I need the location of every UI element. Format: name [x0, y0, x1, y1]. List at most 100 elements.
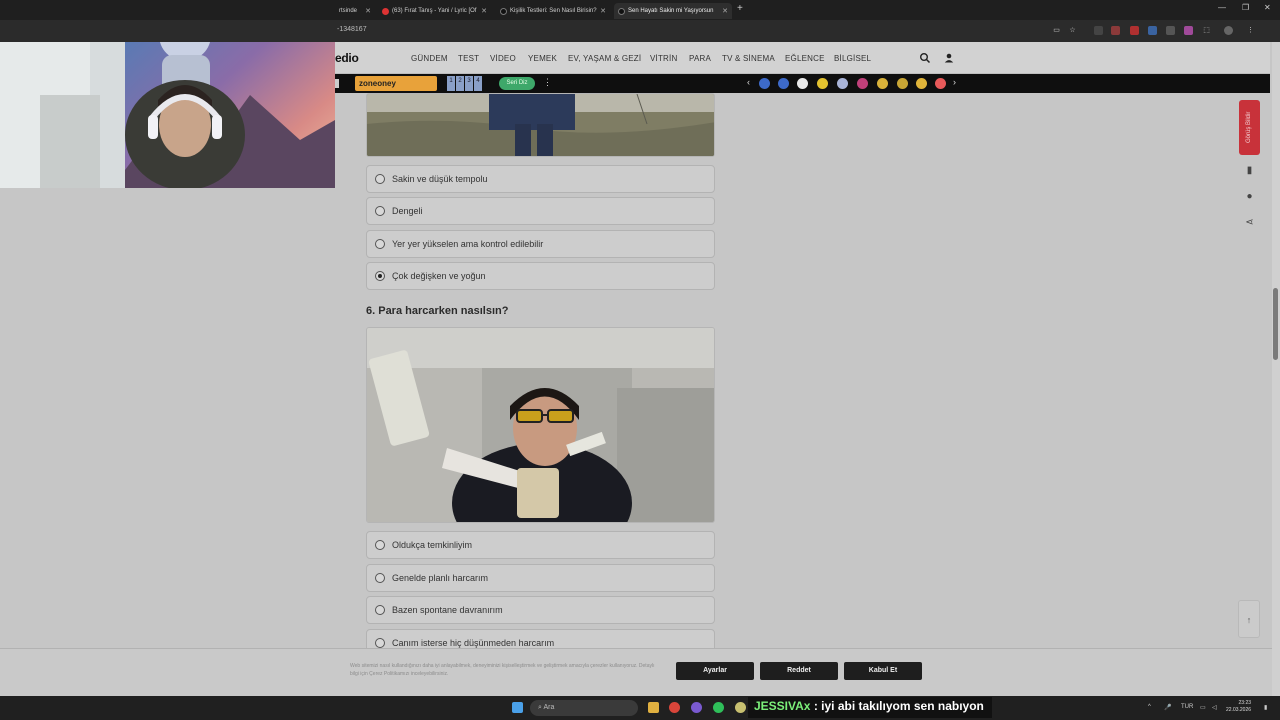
- q5-option-1[interactable]: Sakin ve düşük tempolu: [366, 165, 715, 193]
- close-icon[interactable]: ✕: [481, 7, 487, 15]
- close-icon[interactable]: ✕: [365, 7, 371, 15]
- reaction-icon[interactable]: [897, 78, 908, 89]
- reaction-icon[interactable]: [916, 78, 927, 89]
- cookie-settings-button[interactable]: Ayarlar: [676, 662, 754, 680]
- nav-item-para[interactable]: PARA: [689, 54, 711, 63]
- nav-item-tv-sinema[interactable]: TV & SİNEMA: [722, 54, 775, 63]
- share-icon[interactable]: ⋖: [1244, 217, 1255, 228]
- scrollbar-thumb[interactable]: [1273, 288, 1278, 360]
- radio-button[interactable]: [375, 239, 385, 249]
- radio-button[interactable]: [375, 206, 385, 216]
- nav-item-video[interactable]: VİDEO: [490, 54, 516, 63]
- bookmark-icon[interactable]: ▮: [1244, 165, 1255, 176]
- reaction-icon[interactable]: [797, 78, 808, 89]
- nav-item-gundem[interactable]: GÜNDEM: [411, 54, 448, 63]
- user-icon[interactable]: [943, 52, 955, 64]
- reaction-icon[interactable]: [877, 78, 888, 89]
- chrome-icon[interactable]: [669, 702, 680, 713]
- more-icon[interactable]: ⋮: [543, 77, 552, 88]
- extension-icon[interactable]: [1130, 26, 1139, 35]
- q6-option-2[interactable]: Genelde planlı harcarım: [366, 564, 715, 592]
- scroll-to-top-button[interactable]: ↑: [1238, 600, 1260, 638]
- close-window-icon[interactable]: ✕: [1264, 3, 1271, 12]
- search-icon[interactable]: [919, 52, 931, 64]
- app-icon[interactable]: [735, 702, 746, 713]
- nav-item-yemek[interactable]: YEMEK: [528, 54, 557, 63]
- page-number[interactable]: 4: [474, 76, 482, 91]
- money-throwing-photo: [367, 328, 714, 522]
- new-tab-icon[interactable]: +: [737, 3, 743, 14]
- seri-diz-button[interactable]: Seri Diz: [499, 77, 535, 90]
- extension-icon[interactable]: [1166, 26, 1175, 35]
- cast-icon[interactable]: ▭: [1052, 26, 1061, 35]
- chevron-right-icon[interactable]: ›: [953, 77, 956, 87]
- close-icon[interactable]: ✕: [600, 7, 606, 15]
- reaction-icon[interactable]: [778, 78, 789, 89]
- extension-icon[interactable]: [1094, 26, 1103, 35]
- q5-option-3[interactable]: Yer yer yükselen ama kontrol edilebilir: [366, 230, 715, 258]
- file-explorer-icon[interactable]: [648, 702, 659, 713]
- reaction-icon[interactable]: [759, 78, 770, 89]
- tray-chevron-icon[interactable]: ^: [1148, 704, 1151, 710]
- cookie-accept-button[interactable]: Kabul Et: [844, 662, 922, 680]
- puzzle-icon[interactable]: ⬚: [1202, 26, 1211, 35]
- reaction-icon[interactable]: [817, 78, 828, 89]
- tab-3[interactable]: Sen Hayatı Sakin mi Yaşıyorsun ✕: [614, 3, 732, 19]
- promo-bar: zoneoney 1 2 3 4 Seri Diz ⋮ ‹ ›: [335, 74, 1270, 93]
- q5-option-2[interactable]: Dengeli: [366, 197, 715, 225]
- taskbar-clock[interactable]: 23:23 22.03.2026: [1226, 700, 1251, 714]
- tab-0[interactable]: rtsinde ✕: [335, 3, 375, 19]
- q5-option-4[interactable]: Çok değişken ve yoğun: [366, 262, 715, 290]
- page-scrollbar[interactable]: [1272, 42, 1280, 696]
- menu-icon[interactable]: ⋮: [1246, 26, 1255, 35]
- radio-button[interactable]: [375, 174, 385, 184]
- nav-item-eglence[interactable]: EĞLENCE: [785, 54, 825, 63]
- volume-icon[interactable]: ◁: [1212, 704, 1217, 711]
- extension-icon[interactable]: [1111, 26, 1120, 35]
- chevron-left-icon[interactable]: ‹: [747, 77, 750, 87]
- microphone-icon[interactable]: 🎤: [1164, 704, 1171, 711]
- windows-taskbar: ⌕ Ara ^ 🎤 TUR ▭ ◁ 23:23 22.03.2026 ▮: [0, 696, 1280, 720]
- radio-button[interactable]: [375, 540, 385, 550]
- q6-option-3[interactable]: Bazen spontane davranırım: [366, 596, 715, 624]
- tab-2[interactable]: Kişilik Testleri: Sen Nasıl Birisin? ✕: [496, 3, 610, 19]
- extension-icon[interactable]: [1148, 26, 1157, 35]
- reaction-icon[interactable]: [857, 78, 868, 89]
- nav-item-test[interactable]: TEST: [458, 54, 479, 63]
- nav-item-bilgisel[interactable]: BİLGİSEL: [834, 54, 871, 63]
- radio-button[interactable]: [375, 573, 385, 583]
- radio-button[interactable]: [375, 605, 385, 615]
- network-icon[interactable]: ▭: [1200, 704, 1206, 711]
- reaction-icon[interactable]: [837, 78, 848, 89]
- feedback-button[interactable]: Görüş Bildir: [1239, 100, 1260, 155]
- maximize-icon[interactable]: ❐: [1242, 3, 1249, 12]
- page-number[interactable]: 2: [456, 76, 464, 91]
- notification-icon[interactable]: ▮: [1264, 704, 1267, 711]
- nav-item-ev-yasam[interactable]: EV, YAŞAM & GEZİ: [568, 54, 641, 63]
- taskbar-search[interactable]: ⌕ Ara: [530, 700, 638, 716]
- avatar[interactable]: [1224, 26, 1233, 35]
- url-field[interactable]: -1348167: [337, 26, 367, 33]
- discord-icon[interactable]: [691, 702, 702, 713]
- star-icon[interactable]: ☆: [1068, 26, 1077, 35]
- language-indicator[interactable]: TUR: [1181, 704, 1193, 710]
- site-logo[interactable]: edio: [335, 51, 359, 65]
- cookie-reject-button[interactable]: Reddet: [760, 662, 838, 680]
- zone-banner[interactable]: zoneoney: [355, 76, 437, 91]
- comments-icon[interactable]: ●: [1244, 191, 1255, 202]
- radio-button-checked[interactable]: [375, 271, 385, 281]
- minimize-icon[interactable]: —: [1218, 3, 1226, 12]
- address-bar: -1348167 ▭ ☆ ⬚ ⋮: [0, 20, 1280, 42]
- extension-icon[interactable]: [1184, 26, 1193, 35]
- close-icon[interactable]: ✕: [722, 7, 728, 15]
- page-number[interactable]: 3: [465, 76, 473, 91]
- page-number[interactable]: 1: [447, 76, 455, 91]
- tab-1[interactable]: (63) Fırat Tanış - Yani / Lyric [Of ✕: [378, 3, 491, 19]
- spotify-icon[interactable]: [713, 702, 724, 713]
- q6-option-1[interactable]: Oldukça temkinliyim: [366, 531, 715, 559]
- site-icon: [500, 7, 507, 15]
- nav-item-vitrin[interactable]: VİTRİN: [650, 54, 677, 63]
- reaction-icon[interactable]: [935, 78, 946, 89]
- radio-button[interactable]: [375, 638, 385, 648]
- windows-start-icon[interactable]: [512, 702, 523, 713]
